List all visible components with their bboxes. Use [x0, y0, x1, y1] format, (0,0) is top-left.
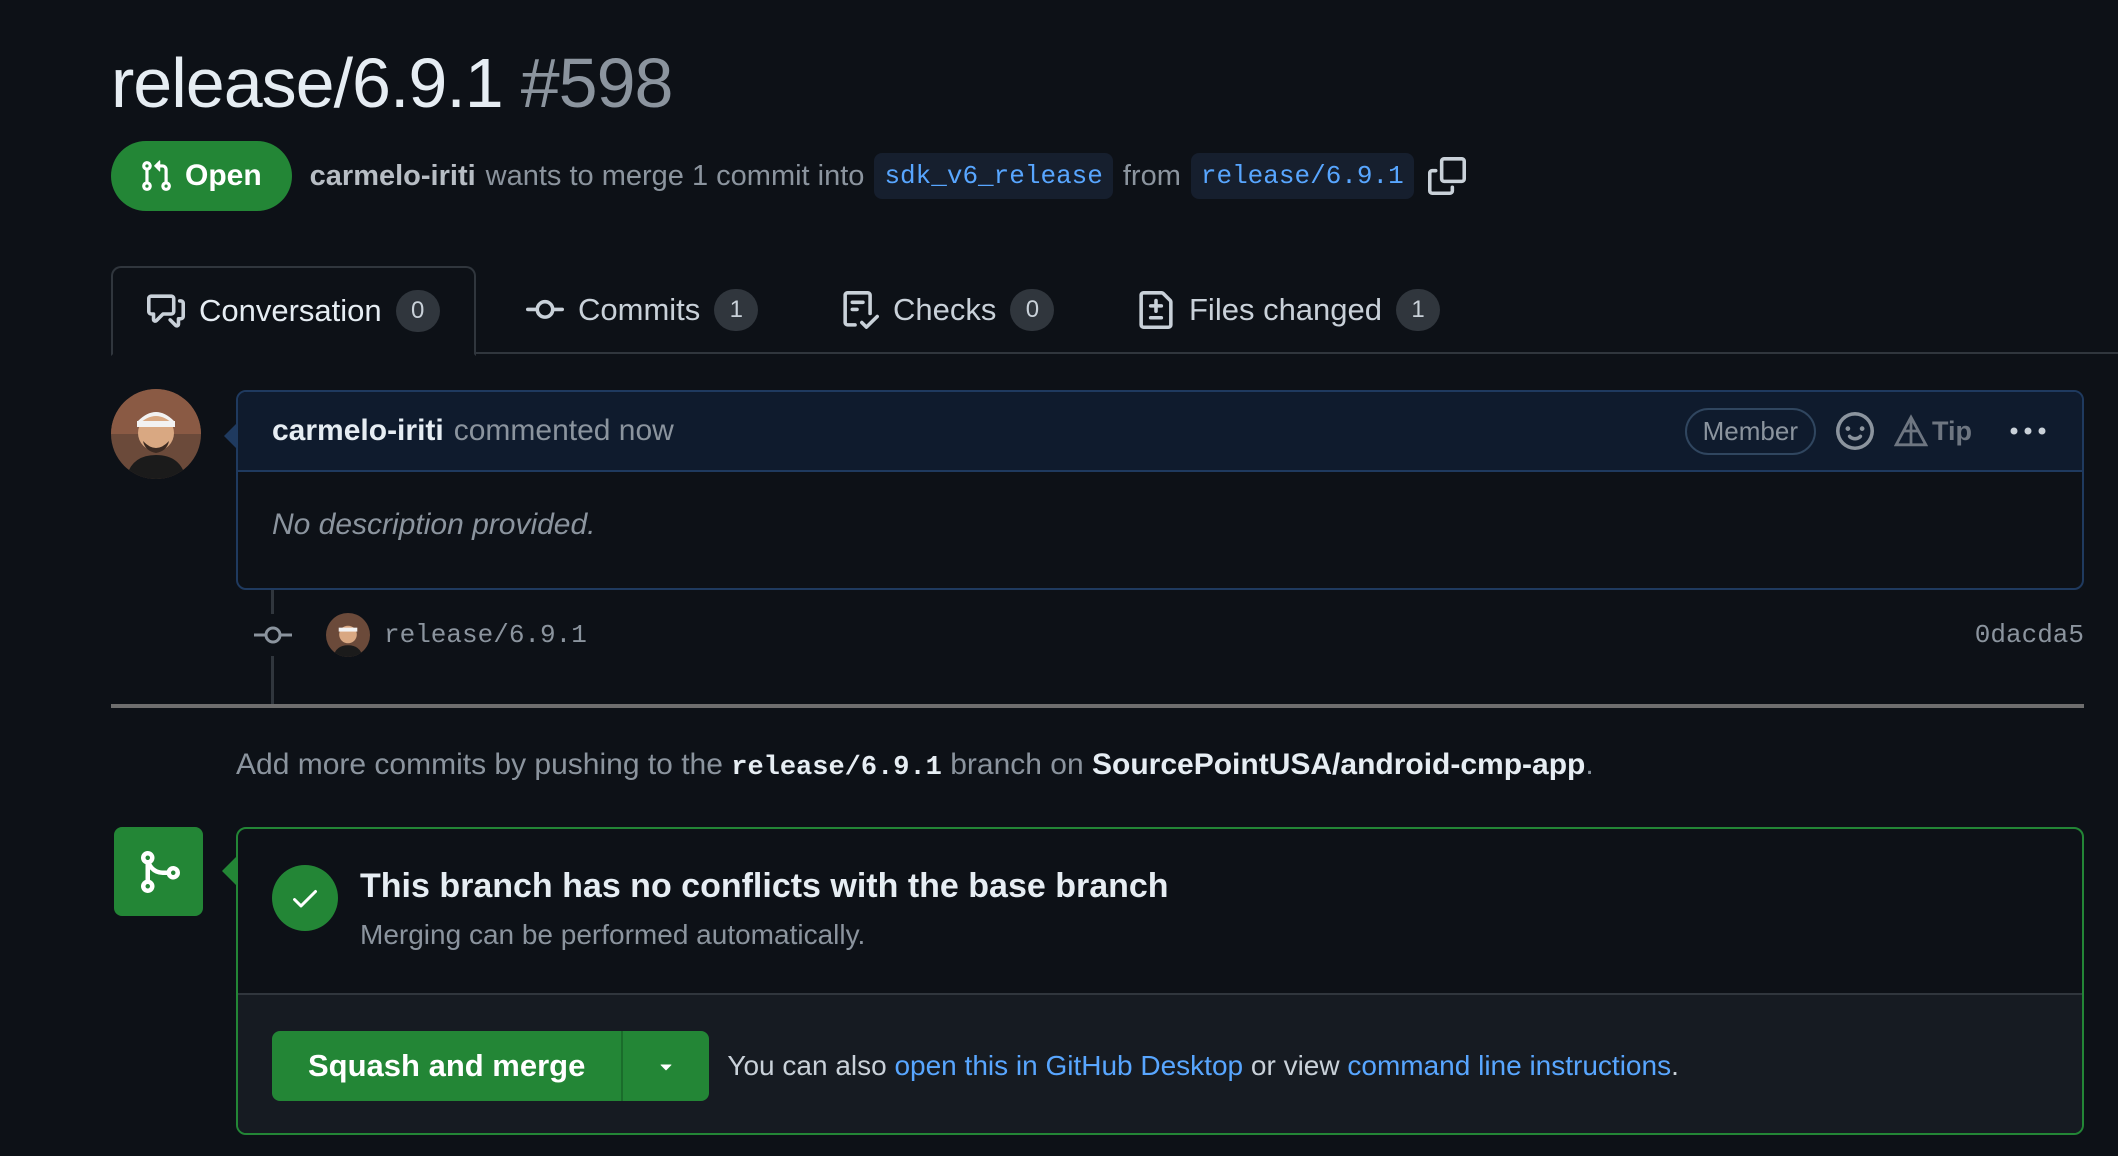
hint-suffix: . — [1585, 748, 1594, 781]
comment-box: carmelo-iriti commented now Member Tip N… — [236, 390, 2084, 590]
member-badge: Member — [1684, 407, 1816, 455]
merge-status-icon-box — [114, 827, 203, 916]
merge-text: wants to merge 1 commit into — [485, 159, 865, 192]
tab-files-changed[interactable]: Files changed 1 — [1137, 266, 1441, 354]
comment-actions: Member Tip — [1684, 407, 2048, 455]
head-branch-link[interactable]: release/6.9.1 — [1190, 153, 1414, 199]
pr-meta: Open carmelo-iriti wants to merge 1 comm… — [111, 141, 1466, 211]
commit-message-link[interactable]: release/6.9.1 — [384, 620, 587, 650]
pull-request-page: release/6.9.1 #598 Open carmelo-iriti wan… — [0, 0, 2118, 1156]
file-diff-icon — [1139, 291, 1173, 329]
git-commit-icon — [526, 299, 564, 319]
alt-prefix: You can also — [727, 1050, 887, 1081]
alert-triangle-icon — [1894, 414, 1928, 447]
merge-status: This branch has no conflicts with the ba… — [238, 829, 2082, 995]
tab-count: 1 — [714, 289, 759, 331]
pr-author-link[interactable]: carmelo-iriti — [310, 160, 476, 193]
tip-button[interactable]: Tip — [1894, 414, 1972, 448]
tab-label: Checks — [893, 292, 997, 327]
commit-row: release/6.9.1 0dacda5 — [252, 612, 2084, 658]
tip-label: Tip — [1932, 415, 1972, 446]
merge-actions: Squash and merge You can also open this … — [238, 995, 2082, 1133]
pr-tabs: Conversation 0 Commits 1 Checks 0 Files … — [111, 266, 2118, 356]
tab-label: Commits — [578, 292, 701, 327]
page-title: release/6.9.1 #598 — [111, 40, 674, 126]
open-in-desktop-link[interactable]: open this in GitHub Desktop — [894, 1050, 1243, 1081]
tab-commits[interactable]: Commits 1 — [526, 266, 759, 354]
checklist-icon — [843, 291, 879, 329]
comment-header: carmelo-iriti commented now Member Tip — [238, 392, 2082, 472]
merge-method-dropdown[interactable] — [623, 1031, 709, 1101]
merge-pointer — [222, 857, 236, 885]
base-branch-link[interactable]: sdk_v6_release — [874, 153, 1113, 199]
check-icon — [293, 890, 317, 908]
smiley-icon[interactable] — [1836, 412, 1874, 450]
tab-label: Files changed — [1189, 292, 1383, 327]
hint-branch: release/6.9.1 — [731, 753, 942, 783]
merge-button-group: Squash and merge — [272, 1031, 710, 1101]
git-merge-icon — [140, 850, 180, 893]
avatar[interactable] — [111, 389, 201, 479]
comment-body: No description provided. — [272, 508, 596, 541]
push-hint: Add more commits by pushing to the relea… — [236, 748, 1594, 783]
tab-count: 0 — [395, 290, 440, 332]
triangle-down-icon — [660, 1064, 672, 1071]
hint-repo-link[interactable]: SourcePointUSA/android-cmp-app — [1092, 748, 1585, 781]
merge-summary: carmelo-iriti wants to merge 1 commit in… — [310, 153, 1466, 199]
merge-box: This branch has no conflicts with the ba… — [236, 827, 2084, 1135]
avatar-image — [326, 613, 370, 657]
alt-middle: or view — [1250, 1050, 1340, 1081]
hint-middle: branch on — [950, 748, 1084, 781]
git-commit-icon — [252, 614, 294, 656]
comment-discussion-icon — [147, 294, 185, 328]
squash-and-merge-button[interactable]: Squash and merge — [272, 1031, 624, 1101]
hint-prefix: Add more commits by pushing to the — [236, 748, 723, 781]
tab-count: 1 — [1396, 289, 1441, 331]
tab-checks[interactable]: Checks 0 — [841, 266, 1055, 354]
from-text: from — [1122, 159, 1181, 192]
commit-author-avatar[interactable] — [326, 613, 370, 657]
tab-count: 0 — [1010, 289, 1055, 331]
alternative-merge-text: You can also open this in GitHub Desktop… — [727, 1050, 1679, 1082]
avatar-image — [111, 389, 201, 479]
merge-status-title: This branch has no conflicts with the ba… — [360, 867, 1169, 905]
pr-title: release/6.9.1 — [111, 44, 504, 122]
timeline-divider — [111, 704, 2084, 708]
tab-conversation[interactable]: Conversation 0 — [111, 266, 476, 356]
copy-icon[interactable] — [1427, 157, 1466, 195]
comment-author-link[interactable]: carmelo-iriti — [272, 414, 444, 448]
check-circle — [272, 865, 338, 931]
git-pull-request-icon — [142, 160, 171, 191]
merge-status-subtitle: Merging can be performed automatically. — [360, 919, 866, 950]
tab-label: Conversation — [199, 293, 382, 328]
state-badge: Open — [111, 141, 292, 211]
state-label: Open — [185, 159, 262, 192]
alt-suffix: . — [1671, 1050, 1679, 1081]
command-line-instructions-link[interactable]: command line instructions — [1347, 1050, 1671, 1081]
pr-number: #598 — [520, 44, 674, 122]
comment-timestamp[interactable]: commented now — [454, 414, 674, 448]
kebab-horizontal-icon[interactable] — [2008, 421, 2048, 441]
commit-sha-link[interactable]: 0dacda5 — [1975, 620, 2084, 650]
